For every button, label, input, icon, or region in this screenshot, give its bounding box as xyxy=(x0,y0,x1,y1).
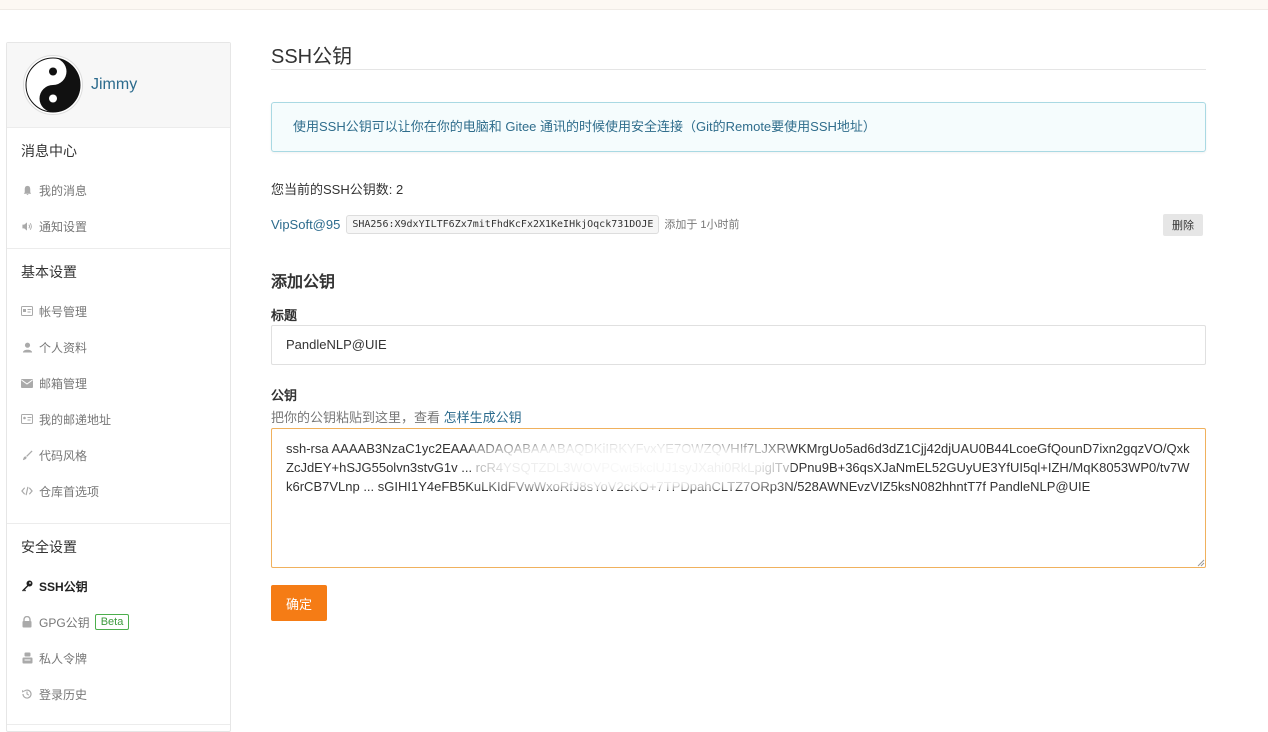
sidebar-item-label: 仓库首选项 xyxy=(39,484,100,499)
sidebar-item-private-tokens[interactable]: 私人令牌 xyxy=(7,640,230,676)
divider xyxy=(271,69,1206,70)
sidebar-item-label: GPG公钥 xyxy=(39,615,90,630)
key-count-text: 您当前的SSH公钥数: 2 xyxy=(271,182,404,197)
key-help-prefix: 把你的公钥粘贴到这里，查看 xyxy=(271,410,444,425)
sidebar-item-login-history[interactable]: 登录历史 xyxy=(7,676,230,712)
sidebar-item-profile[interactable]: 个人资料 xyxy=(7,329,230,365)
key-label: 公钥 xyxy=(271,388,298,403)
sidebar-item-label: 代码风格 xyxy=(39,448,88,463)
page-title: SSH公钥 xyxy=(271,46,353,68)
public-key-textarea[interactable]: ssh-rsa AAAAB3NzaC1yc2EAAAADAQABAAABAQDK… xyxy=(271,428,1206,568)
sidebar-item-label: 私人令牌 xyxy=(39,651,88,666)
sidebar-item-label: 登录历史 xyxy=(39,687,88,702)
sidebar-item-label: 我的邮递地址 xyxy=(39,412,112,427)
group-title-basic-settings: 基本设置 xyxy=(21,264,77,280)
confirm-button[interactable]: 确定 xyxy=(271,585,327,621)
envelope-icon xyxy=(21,377,33,389)
sidebar-item-label: 邮箱管理 xyxy=(39,376,88,391)
sidebar-item-address[interactable]: 我的邮递地址 xyxy=(7,401,230,437)
add-key-section-title: 添加公钥 xyxy=(271,274,336,291)
profile-header: Jimmy xyxy=(7,43,230,128)
id-card-icon xyxy=(21,305,33,317)
ssh-key-row: VipSoft@95 SHA256:X9dxYILTF6Zx7mitFhdKcF… xyxy=(271,213,1206,236)
code-icon xyxy=(21,485,33,497)
ssh-key-fingerprint: SHA256:X9dxYILTF6Zx7mitFhdKcFx2X1KeIHkjO… xyxy=(346,214,660,234)
history-icon xyxy=(21,688,33,700)
resize-grip-icon[interactable] xyxy=(1197,559,1205,567)
user-icon xyxy=(21,341,33,353)
address-card-icon xyxy=(21,413,33,425)
top-banner-strip xyxy=(0,0,1268,10)
sidebar-item-notify-settings[interactable]: 通知设置 xyxy=(7,208,230,244)
info-alert: 使用SSH公钥可以让你在你的电脑和 Gitee 通讯的时候使用安全连接（Git的… xyxy=(271,102,1206,152)
sidebar-item-ssh-keys[interactable]: SSH公钥 xyxy=(7,568,230,604)
sidebar-item-label: 我的消息 xyxy=(39,183,88,198)
sidebar-item-label: 个人资料 xyxy=(39,340,88,355)
sidebar-item-email[interactable]: 邮箱管理 xyxy=(7,365,230,401)
sidebar-item-account[interactable]: 帐号管理 xyxy=(7,293,230,329)
yin-yang-icon xyxy=(25,57,81,113)
group-title-messages: 消息中心 xyxy=(21,143,77,159)
speaker-icon xyxy=(21,220,33,232)
brush-icon xyxy=(21,449,33,461)
key-icon xyxy=(21,580,33,592)
title-label: 标题 xyxy=(271,308,298,323)
divider xyxy=(7,724,230,725)
token-icon xyxy=(21,652,33,664)
sidebar-item-my-messages[interactable]: 我的消息 xyxy=(7,172,230,208)
title-input[interactable]: PandleNLP@UIE xyxy=(271,325,1206,365)
avatar[interactable] xyxy=(23,55,83,115)
sidebar-item-repo-preferences[interactable]: 仓库首选项 xyxy=(7,473,230,509)
sidebar-item-code-style[interactable]: 代码风格 xyxy=(7,437,230,473)
profile-name[interactable]: Jimmy xyxy=(91,76,137,94)
sidebar-item-gpg-keys[interactable]: GPG公钥 Beta xyxy=(7,604,230,640)
delete-key-button[interactable]: 删除 xyxy=(1163,214,1203,236)
sidebar-item-label: 帐号管理 xyxy=(39,304,88,319)
ssh-key-added-time: 添加于 1小时前 xyxy=(664,219,740,231)
group-title-security: 安全设置 xyxy=(21,539,77,555)
beta-badge: Beta xyxy=(94,614,130,630)
sidebar-item-label: SSH公钥 xyxy=(39,579,88,594)
ssh-key-name: VipSoft@95 xyxy=(271,216,341,232)
sidebar-item-label: 通知设置 xyxy=(39,219,88,234)
lock-icon xyxy=(21,616,33,628)
key-help-text: 把你的公钥粘贴到这里，查看 怎样生成公钥 xyxy=(271,407,522,426)
settings-sidebar: Jimmy 消息中心 我的消息 通知设置 基本设置 帐号管理 个人资料 邮箱管理 xyxy=(6,42,231,732)
bell-icon xyxy=(21,184,33,196)
how-to-generate-key-link[interactable]: 怎样生成公钥 xyxy=(444,410,522,425)
